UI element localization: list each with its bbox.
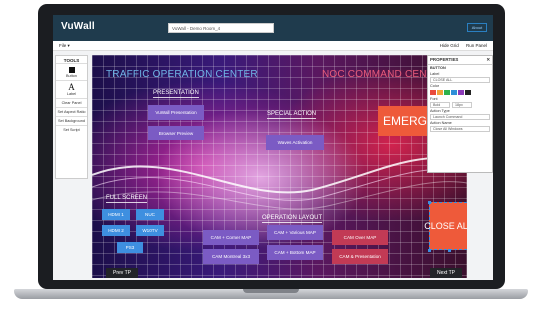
prev-tp-button[interactable]: Prev TP xyxy=(106,268,138,278)
section-full-screen[interactable]: FULL SCREEN xyxy=(106,195,148,203)
cam-corner-map-button[interactable]: CAM + Corner MAP xyxy=(203,230,259,245)
section-special-action[interactable]: SPECIAL ACTION xyxy=(267,111,317,119)
file-menu-label: File xyxy=(59,43,67,48)
nuc-button[interactable]: NUC xyxy=(136,209,164,220)
color-swatch-black[interactable] xyxy=(465,90,471,95)
cam-over-map-button[interactable]: CAM Over MAP xyxy=(332,230,388,245)
tools-panel: TOOLS Button A Label Clear Panel Set Asp… xyxy=(55,55,88,179)
button-icon xyxy=(68,67,75,73)
waves-activation-button[interactable]: Waves Activation xyxy=(266,135,324,150)
set-script-button[interactable]: Set Script xyxy=(56,125,87,134)
header-noc-command[interactable]: NOC COMMAND CENTER xyxy=(322,69,432,80)
file-menu[interactable]: File ▾ xyxy=(59,43,70,49)
run-panel-button[interactable]: Run Panel xyxy=(466,43,487,48)
menu-right-group: Hide Grid Run Panel xyxy=(434,43,487,48)
color-caption: Color xyxy=(430,84,440,88)
about-button[interactable]: About xyxy=(467,23,487,32)
color-swatch-blue[interactable] xyxy=(451,90,457,95)
close-icon[interactable]: ✕ xyxy=(486,57,490,63)
tool-button-label: Button xyxy=(66,74,77,78)
cam-montreal-button[interactable]: CAM Montreal 3x3 xyxy=(203,249,259,264)
set-aspect-ratio-button[interactable]: Set Aspect Ratio xyxy=(56,107,87,116)
set-background-button[interactable]: Set Background xyxy=(56,116,87,125)
browser-preview-button[interactable]: Browser Preview xyxy=(148,126,204,140)
font-select[interactable]: Bold xyxy=(430,102,450,108)
resize-handle-tl[interactable] xyxy=(428,201,431,204)
cam-various-map-button[interactable]: CAM + Various MAP xyxy=(267,225,323,240)
hide-grid-button[interactable]: Hide Grid xyxy=(440,43,459,48)
resize-handle-bl[interactable] xyxy=(428,249,431,252)
properties-title: PROPERTIES xyxy=(430,57,459,62)
tool-label[interactable]: A Label xyxy=(56,80,87,98)
ps3-button[interactable]: PS3 xyxy=(117,242,143,253)
cam-bottom-map-button[interactable]: CAM + Bottom MAP xyxy=(267,245,323,260)
touch-panel-canvas[interactable]: TRAFFIC OPERATION CENTER NOC COMMAND CEN… xyxy=(92,55,467,278)
color-swatch-purple[interactable] xyxy=(458,90,464,95)
tool-label-label: Label xyxy=(66,92,77,96)
w10tv-button[interactable]: W10TV xyxy=(136,225,164,236)
cam-presentation-button[interactable]: CAM & Presentation xyxy=(332,249,388,264)
font-size-select[interactable]: 18px xyxy=(452,102,472,108)
room-name-input[interactable]: VuWall - Demo Room_4 xyxy=(168,23,274,33)
menu-bar: File ▾ Hide Grid Run Panel xyxy=(53,41,493,51)
color-swatch-green[interactable] xyxy=(444,90,450,95)
color-swatch-red[interactable] xyxy=(430,90,436,95)
app-logo: VuWall xyxy=(61,21,95,32)
app-topbar: VuWall VuWall - Demo Room_4 About xyxy=(53,15,493,41)
color-swatches xyxy=(430,90,490,95)
laptop-notch xyxy=(243,289,299,293)
label-icon: A xyxy=(68,82,75,92)
hdmi2-button[interactable]: HDMI 2 xyxy=(102,225,130,236)
color-swatch-orange[interactable] xyxy=(437,90,443,95)
app-screen: VuWall VuWall - Demo Room_4 About File ▾… xyxy=(53,15,493,280)
emergency-button[interactable]: EMERGENCY xyxy=(378,106,432,136)
properties-panel: PROPERTIES ✕ BUTTON Label CLOSE ALL Colo… xyxy=(427,55,493,173)
hdmi1-button[interactable]: HDMI 1 xyxy=(102,209,130,220)
next-tp-button[interactable]: Next TP xyxy=(430,268,462,278)
close-all-button[interactable]: CLOSE ALL xyxy=(424,202,467,250)
clear-panel-button[interactable]: Clear Panel xyxy=(56,98,87,107)
vuwall-presentation-button[interactable]: VuWall Presentation xyxy=(148,105,204,120)
tool-button[interactable]: Button xyxy=(56,63,87,80)
resize-handle-b[interactable] xyxy=(448,249,451,252)
section-presentation[interactable]: PRESENTATION xyxy=(153,90,199,98)
section-operation-layout[interactable]: OPERATION LAYOUT xyxy=(262,215,323,223)
header-traffic-operation[interactable]: TRAFFIC OPERATION CENTER xyxy=(106,69,258,80)
properties-header: PROPERTIES ✕ xyxy=(428,56,492,65)
laptop-frame: VuWall VuWall - Demo Room_4 About File ▾… xyxy=(0,0,542,309)
action-name-select[interactable]: Close All Windows xyxy=(430,126,490,132)
